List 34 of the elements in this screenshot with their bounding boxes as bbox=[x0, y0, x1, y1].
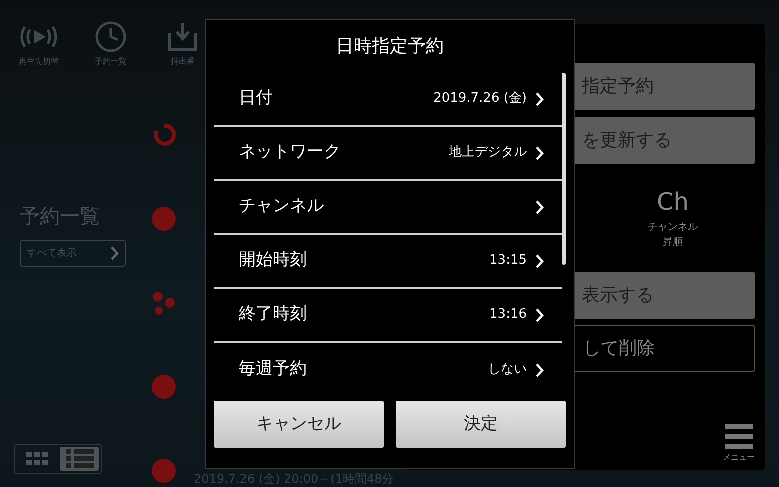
chevron-right-icon bbox=[535, 92, 544, 106]
sort-label: チャンネル bbox=[648, 221, 698, 235]
chevron-right-icon bbox=[535, 308, 544, 322]
chevron-right-icon bbox=[535, 146, 544, 160]
chevron-right-icon bbox=[535, 254, 544, 268]
menu-label: メニュー bbox=[723, 452, 755, 464]
setting-row[interactable]: 終了時刻 13:16 bbox=[214, 289, 562, 343]
dialog-button[interactable]: 決定 bbox=[396, 401, 566, 448]
setting-label: 日付 bbox=[239, 87, 273, 110]
dialog-button[interactable]: キャンセル bbox=[214, 401, 384, 448]
list-icon bbox=[66, 449, 94, 469]
setting-row[interactable]: 開始時刻 13:15 bbox=[214, 235, 562, 289]
chevron-right-icon bbox=[110, 246, 119, 261]
chevron-right-icon bbox=[535, 200, 544, 214]
sort-order: 昇順 bbox=[663, 236, 683, 250]
view-mode-button[interactable] bbox=[60, 447, 99, 471]
setting-value: 2019.7.26 (金) bbox=[434, 90, 527, 108]
refresh-icon bbox=[152, 123, 176, 147]
setting-label: ネットワーク bbox=[239, 141, 341, 164]
sidebar-title: 予約一覧 bbox=[20, 206, 101, 226]
chevron-right-icon bbox=[535, 362, 544, 378]
setting-value: 地上デジタル bbox=[449, 144, 527, 162]
setting-label: 終了時刻 bbox=[239, 303, 307, 326]
setting-value: 13:15 bbox=[490, 252, 527, 270]
setting-label: 開始時刻 bbox=[239, 249, 307, 272]
menu-icon[interactable] bbox=[725, 424, 753, 450]
setting-label: チャンネル bbox=[239, 195, 324, 218]
grid-icon bbox=[26, 452, 48, 466]
setting-label: 毎週予約 bbox=[239, 358, 307, 382]
sort-symbol[interactable]: Ch bbox=[657, 190, 689, 214]
nodes-icon bbox=[152, 291, 176, 315]
clock-icon bbox=[95, 21, 127, 53]
dialog-title: 日時指定予約 bbox=[335, 35, 445, 59]
download-tray-icon bbox=[167, 21, 199, 53]
